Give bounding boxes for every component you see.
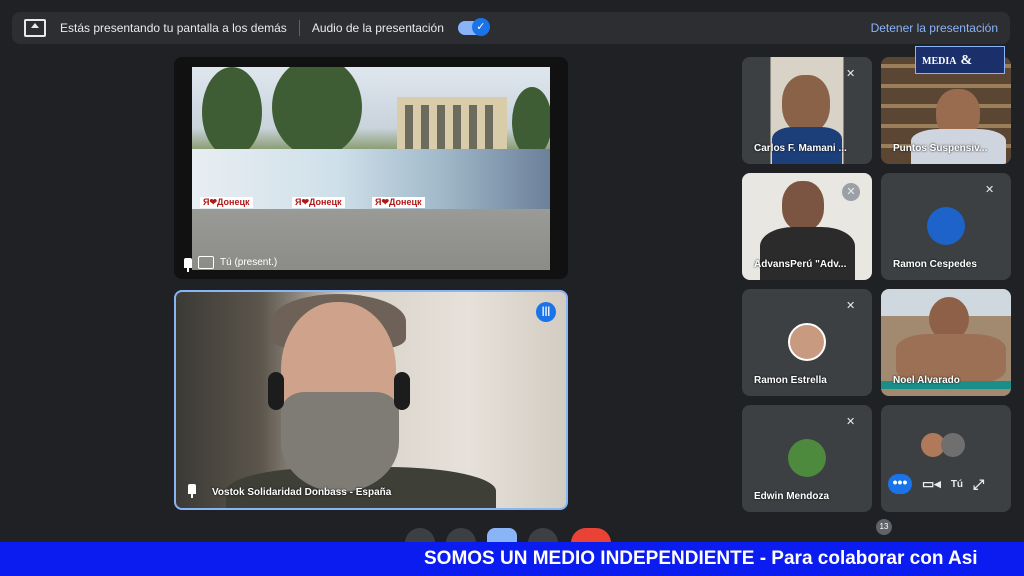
avatar xyxy=(788,439,826,477)
self-label: Tú xyxy=(950,478,964,490)
mic-off-icon: ✕ xyxy=(842,183,860,201)
participant-tile[interactable]: ✕ Edwin Mendoza xyxy=(742,405,872,512)
speaking-indicator-icon: ||| xyxy=(536,302,556,322)
audio-toggle[interactable] xyxy=(457,18,490,36)
participant-tile[interactable]: ✕ Ramon Cespedes xyxy=(881,173,1011,280)
present-screen-icon xyxy=(24,19,46,37)
presentation-label: Tú (present.) xyxy=(220,257,278,268)
participant-tile[interactable]: ✕ AdvansPerú "Adv... xyxy=(742,173,872,280)
presenting-banner: Estás presentando tu pantalla a los demá… xyxy=(12,12,1010,44)
participant-name: Edwin Mendoza xyxy=(754,491,829,502)
avatar xyxy=(788,323,826,361)
participant-name: Puntos Suspensiv... xyxy=(893,143,988,154)
participant-tile[interactable]: ✕ Ramon Estrella xyxy=(742,289,872,396)
participant-name: Carlos F. Mamani ... xyxy=(754,143,847,154)
news-ticker: SOMOS UN MEDIO INDEPENDIENTE - Para cola… xyxy=(0,542,1024,576)
participant-name: Ramon Cespedes xyxy=(893,259,977,270)
audio-label: Audio de la presentación xyxy=(311,21,444,35)
avatar xyxy=(927,207,965,245)
mic-off-icon: ✕ xyxy=(985,184,995,196)
more-options-button[interactable]: ••• xyxy=(888,474,912,494)
present-screen-icon xyxy=(198,256,214,269)
participant-tile[interactable]: ✕ Carlos F. Mamani ... xyxy=(742,57,872,164)
ticker-text: SOMOS UN MEDIO INDEPENDIENTE - Para cola… xyxy=(424,548,978,569)
presentation-footer: Tú (present.) xyxy=(184,256,278,272)
active-speaker-tile[interactable]: ||| Vostok Solidaridad Donbass - España xyxy=(174,290,568,510)
divider xyxy=(298,20,300,36)
speaker-video xyxy=(176,292,566,508)
mic-off-icon: ✕ xyxy=(846,68,856,80)
speaker-name: Vostok Solidaridad Donbass - España xyxy=(212,487,392,498)
mural-text-3: Я❤Донецк xyxy=(372,197,425,208)
participant-name: Noel Alvarado xyxy=(893,375,960,386)
pin-icon[interactable] xyxy=(188,484,196,498)
stop-presenting-button[interactable]: Detener la presentación xyxy=(871,21,998,35)
mic-off-icon: ✕ xyxy=(846,416,856,428)
pin-icon[interactable] xyxy=(184,257,192,272)
participant-name: AdvansPerú "Adv... xyxy=(754,259,847,270)
camera-icon[interactable]: ▭◂ xyxy=(922,476,941,492)
participant-count-badge: 13 xyxy=(876,519,892,535)
mic-off-icon: ✕ xyxy=(846,300,856,312)
self-tile-controls: ••• ▭◂ Tú ⤢ xyxy=(888,474,984,494)
participant-name: Ramon Estrella xyxy=(754,375,827,386)
avatar xyxy=(941,433,965,457)
participant-tile[interactable]: Noel Alvarado xyxy=(881,289,1011,396)
expand-icon[interactable]: ⤢ xyxy=(973,476,984,493)
channel-logo: MEDIA & xyxy=(915,46,1005,74)
presenting-message: Estás presentando tu pantalla a los demá… xyxy=(60,21,287,35)
mural-text-1: Я❤Донецк xyxy=(200,197,253,208)
presentation-tile[interactable]: Я❤Донецк Я❤Донецк Я❤Донецк Tú (present.) xyxy=(174,57,568,279)
presentation-image: Я❤Донецк Я❤Донецк Я❤Донецк xyxy=(192,67,550,270)
self-tile[interactable] xyxy=(881,405,1011,512)
mural-text-2: Я❤Донецк xyxy=(292,197,345,208)
